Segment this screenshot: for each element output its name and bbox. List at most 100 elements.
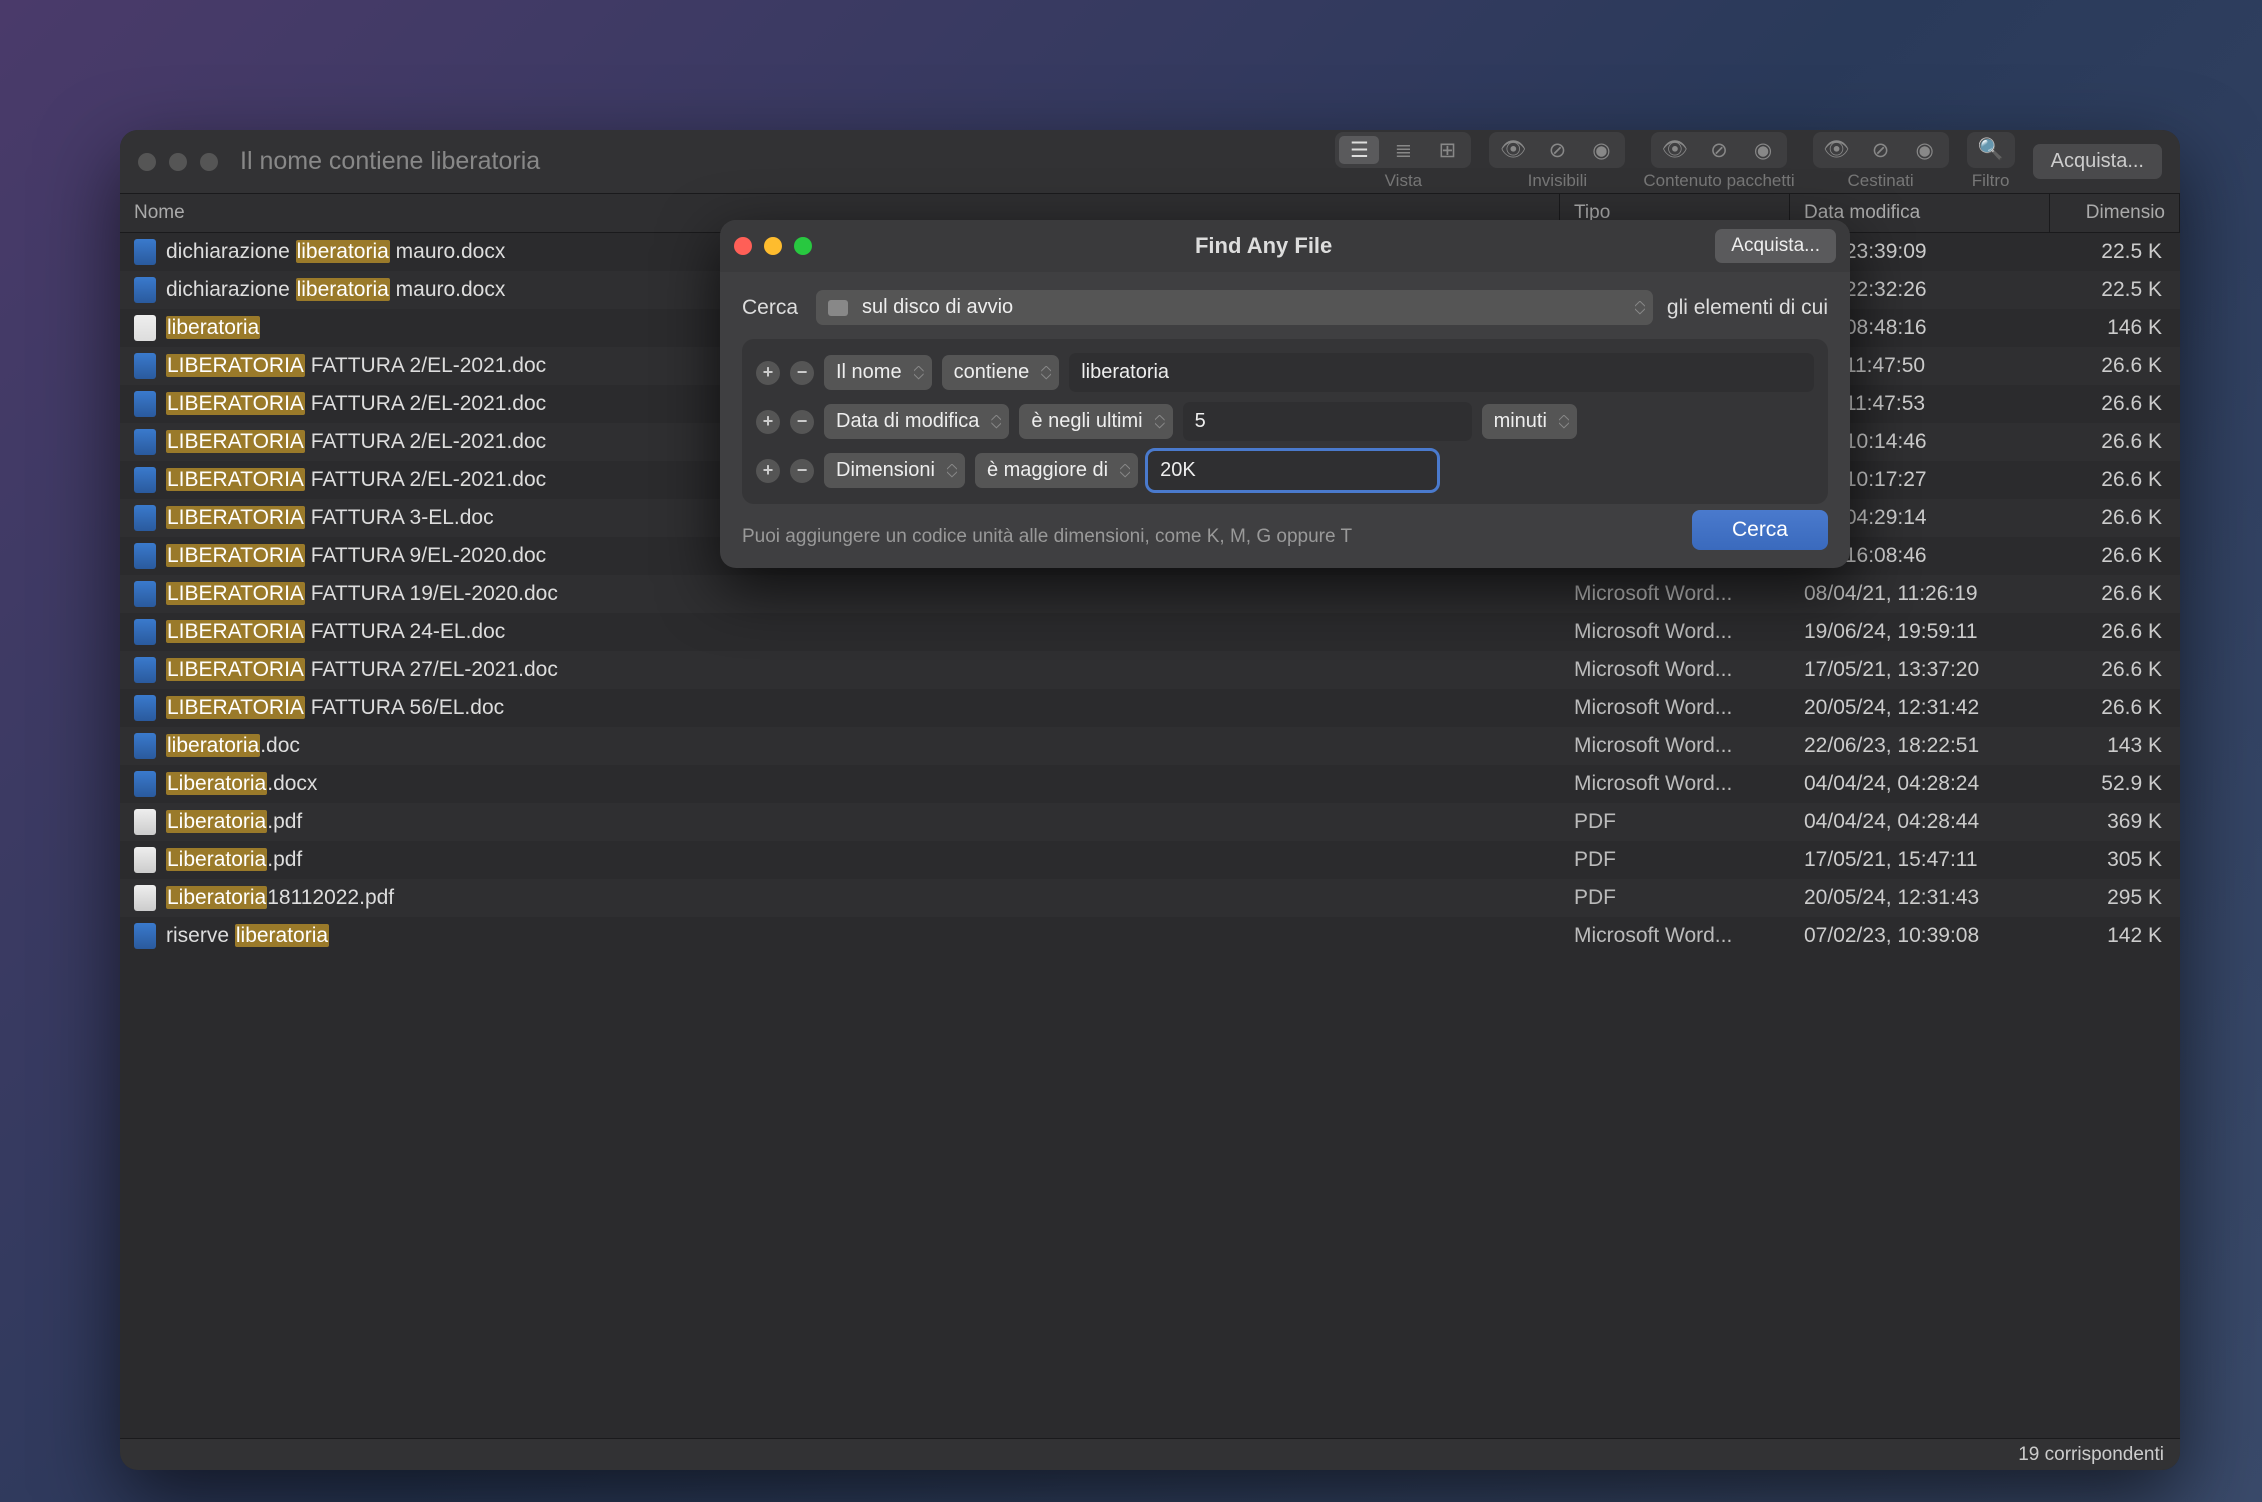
search-button[interactable]: Cerca: [1692, 510, 1828, 550]
file-date: 17/05/21, 15:47:11: [1790, 844, 2050, 876]
file-kind: Microsoft Word...: [1560, 692, 1790, 724]
add-criterion-button[interactable]: +: [756, 459, 780, 483]
invisible-hide-button[interactable]: ⊘: [1537, 136, 1577, 164]
file-size: 146 K: [2050, 312, 2180, 344]
zoom-button[interactable]: [200, 153, 218, 171]
search-buy-button[interactable]: Acquista...: [1715, 229, 1836, 263]
file-name: Liberatoria.docx: [166, 772, 317, 796]
minimize-button[interactable]: [169, 153, 187, 171]
packages-only-button[interactable]: ◉: [1743, 136, 1783, 164]
search-close-button[interactable]: [734, 237, 752, 255]
file-size: 305 K: [2050, 844, 2180, 876]
scope-select[interactable]: sul disco di avvio: [816, 290, 1653, 325]
file-name: LIBERATORIA FATTURA 24-EL.doc: [166, 620, 505, 644]
file-icon: [134, 429, 156, 455]
table-row[interactable]: Liberatoria.pdfPDF17/05/21, 15:47:11305 …: [120, 841, 2180, 879]
file-date: 17/05/21, 13:37:20: [1790, 654, 2050, 686]
add-criterion-button[interactable]: +: [756, 410, 780, 434]
trash-hide-button[interactable]: ⊘: [1861, 136, 1901, 164]
scope-value: sul disco di avvio: [862, 296, 1013, 319]
buy-button-main[interactable]: Acquista...: [2033, 144, 2162, 179]
table-row[interactable]: Liberatoria.pdfPDF04/04/24, 04:28:44369 …: [120, 803, 2180, 841]
file-name: Liberatoria.pdf: [166, 810, 302, 834]
file-icon: [134, 619, 156, 645]
file-icon: [134, 467, 156, 493]
file-size: 26.6 K: [2050, 388, 2180, 420]
file-name: riserve liberatoria: [166, 924, 329, 948]
filter-button[interactable]: 🔍: [1971, 136, 2011, 164]
file-size: 26.6 K: [2050, 540, 2180, 572]
search-panel: Find Any File Acquista... Cerca sul disc…: [720, 220, 1850, 568]
file-name: LIBERATORIA FATTURA 56/EL.doc: [166, 696, 504, 720]
crit3-value-input[interactable]: [1148, 451, 1437, 490]
file-name: LIBERATORIA FATTURA 2/EL-2021.doc: [166, 354, 546, 378]
crit1-op-select[interactable]: contiene: [942, 355, 1060, 390]
crit2-value-input[interactable]: [1183, 402, 1472, 441]
table-row[interactable]: LIBERATORIA FATTURA 24-EL.doc Microsoft W…: [120, 613, 2180, 651]
icon-view-button[interactable]: ⊞: [1427, 136, 1467, 164]
file-icon: [134, 809, 156, 835]
crit3-attr-select[interactable]: Dimensioni: [824, 453, 965, 488]
table-row[interactable]: Liberatoria18112022.pdfPDF20/05/24, 12:3…: [120, 879, 2180, 917]
file-size: 26.6 K: [2050, 616, 2180, 648]
trash-show-button[interactable]: 👁: [1817, 136, 1857, 164]
toolbar: ☰ ≣ ⊞ Vista 👁 ⊘ ◉ Invisibili 👁 ⊘ ◉: [570, 132, 2162, 191]
trash-only-button[interactable]: ◉: [1905, 136, 1945, 164]
table-row[interactable]: Liberatoria.docxMicrosoft Word...04/04/2…: [120, 765, 2180, 803]
remove-criterion-button[interactable]: −: [790, 459, 814, 483]
packages-show-button[interactable]: 👁: [1655, 136, 1695, 164]
crit3-op-select[interactable]: è maggiore di: [975, 453, 1138, 488]
view-group: ☰ ≣ ⊞ Vista: [1335, 132, 1471, 191]
file-kind: Microsoft Word...: [1560, 730, 1790, 762]
file-icon: [134, 505, 156, 531]
remove-criterion-button[interactable]: −: [790, 361, 814, 385]
tree-view-button[interactable]: ≣: [1383, 136, 1423, 164]
file-kind: Microsoft Word...: [1560, 654, 1790, 686]
filter-group: 🔍 Filtro: [1967, 132, 2015, 191]
status-bar: 19 corrispondenti: [120, 1438, 2180, 1470]
table-row[interactable]: riserve liberatoria Microsoft Word...07/0…: [120, 917, 2180, 955]
add-criterion-button[interactable]: +: [756, 361, 780, 385]
file-name: LIBERATORIA FATTURA 2/EL-2021.doc: [166, 468, 546, 492]
trash-label: Cestinati: [1848, 171, 1914, 191]
search-titlebar: Find Any File Acquista...: [720, 220, 1850, 272]
file-name: Liberatoria.pdf: [166, 848, 302, 872]
close-button[interactable]: [138, 153, 156, 171]
window-title: Il nome contiene liberatoria: [240, 147, 540, 176]
invisible-show-button[interactable]: 👁: [1493, 136, 1533, 164]
file-date: 04/04/24, 04:28:44: [1790, 806, 2050, 838]
file-size: 295 K: [2050, 882, 2180, 914]
file-icon: [134, 315, 156, 341]
file-size: 369 K: [2050, 806, 2180, 838]
search-minimize-button[interactable]: [764, 237, 782, 255]
table-row[interactable]: LIBERATORIA FATTURA 27/EL-2021.doc Micros…: [120, 651, 2180, 689]
trash-group: 👁 ⊘ ◉ Cestinati: [1813, 132, 1949, 191]
file-size: 22.5 K: [2050, 236, 2180, 268]
table-row[interactable]: liberatoria.docMicrosoft Word...22/06/23…: [120, 727, 2180, 765]
file-icon: [134, 543, 156, 569]
file-date: 07/02/23, 10:39:08: [1790, 920, 2050, 952]
invisible-label: Invisibili: [1528, 171, 1588, 191]
crit1-attr-select[interactable]: Il nome: [824, 355, 932, 390]
header-size[interactable]: Dimensio: [2050, 194, 2180, 232]
invisible-only-button[interactable]: ◉: [1581, 136, 1621, 164]
remove-criterion-button[interactable]: −: [790, 410, 814, 434]
search-zoom-button[interactable]: [794, 237, 812, 255]
file-name: LIBERATORIA FATTURA 27/EL-2021.doc: [166, 658, 558, 682]
crit2-op-select[interactable]: è negli ultimi: [1019, 404, 1172, 439]
packages-hide-button[interactable]: ⊘: [1699, 136, 1739, 164]
file-kind: Microsoft Word...: [1560, 920, 1790, 952]
crit2-unit-select[interactable]: minuti: [1482, 404, 1577, 439]
table-row[interactable]: LIBERATORIA FATTURA 19/EL-2020.docMicros…: [120, 575, 2180, 613]
file-icon: [134, 885, 156, 911]
file-kind: Microsoft Word...: [1560, 616, 1790, 648]
list-view-button[interactable]: ☰: [1339, 136, 1379, 164]
file-name: dichiarazione liberatoria mauro.docx: [166, 240, 505, 264]
file-icon: [134, 771, 156, 797]
table-row[interactable]: LIBERATORIA FATTURA 56/EL.doc Microsoft W…: [120, 689, 2180, 727]
file-size: 26.6 K: [2050, 426, 2180, 458]
crit1-value-input[interactable]: [1069, 353, 1814, 392]
crit2-attr-select[interactable]: Data di modifica: [824, 404, 1009, 439]
file-icon: [134, 695, 156, 721]
search-title: Find Any File: [812, 233, 1715, 259]
